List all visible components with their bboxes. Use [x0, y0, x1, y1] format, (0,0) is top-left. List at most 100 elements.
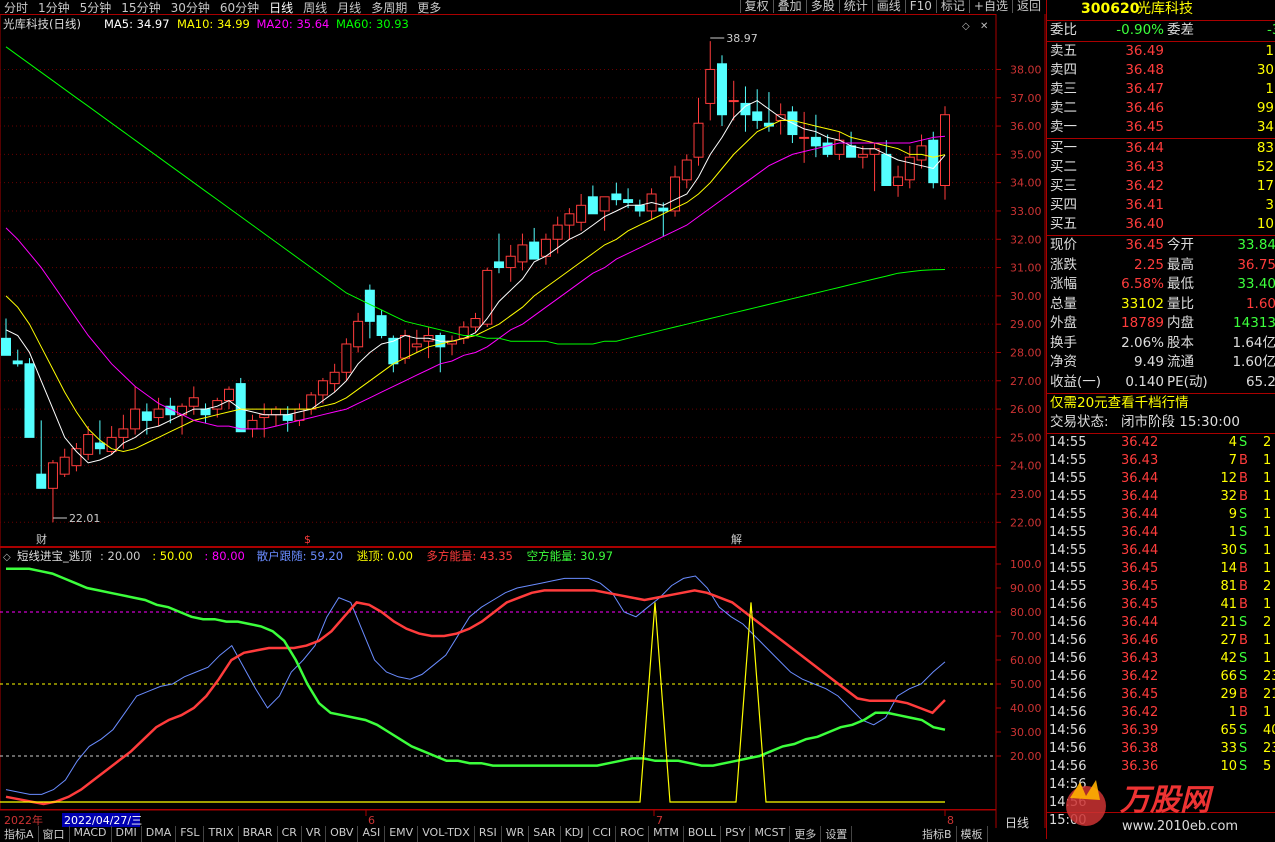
tick-count: 23 — [1263, 741, 1275, 756]
indicator-b-tab-0[interactable]: 指标B — [918, 826, 957, 842]
indicator-tab-17[interactable]: KDJ — [561, 826, 589, 842]
promo-text[interactable]: 仅需20元查看千档行情 — [1050, 394, 1189, 413]
tick-count: 1 — [1263, 525, 1272, 540]
indicator-tab-24[interactable]: 更多 — [790, 826, 822, 842]
tick-row: 14:55 36.43 7 B 1 — [1047, 452, 1275, 470]
quote-row: 换手 2.06% 股本 1.64亿 — [1047, 334, 1275, 353]
indicator-tab-16[interactable]: SAR — [529, 826, 561, 842]
footer-tab-daily[interactable]: 日线 — [1005, 814, 1029, 833]
price-tick-label: 32.00 — [1010, 233, 1042, 246]
indicator-settings-icon: ◇ — [3, 552, 11, 563]
tick-time: 14:56 — [1049, 705, 1087, 720]
quote-value: 36.45 — [1125, 237, 1164, 253]
indicator-b-tab-1[interactable]: 模板 — [957, 826, 988, 842]
tick-volume: 29 — [1220, 687, 1237, 702]
ask-row-1: 卖一 36.45 34 — [1047, 118, 1275, 137]
quote-panel: 300620 光库科技 委比 -0.90% 委差 -3 卖五36.491卖四36… — [1005, 0, 1275, 839]
price-tick-label: 22.00 — [1010, 516, 1042, 529]
indicator-tab-1[interactable]: 窗口 — [39, 826, 70, 842]
tick-side: B — [1239, 705, 1248, 720]
indicator-tab-20[interactable]: MTM — [649, 826, 684, 842]
price-tick-label: 27.00 — [1010, 375, 1042, 388]
tick-time: 14:56 — [1049, 633, 1087, 648]
tick-time: 14:55 — [1049, 543, 1087, 558]
indicator-tab-11[interactable]: ASI — [358, 826, 386, 842]
order-label: 卖五 — [1050, 43, 1077, 59]
high-price-label: 38.97 — [726, 32, 758, 45]
candle-body — [928, 139, 939, 184]
indicator-tab-19[interactable]: ROC — [616, 826, 650, 842]
indicator-tick-label: 80.00 — [1010, 606, 1042, 619]
tick-count: 5 — [1263, 759, 1272, 774]
tick-time: 14:56 — [1049, 615, 1087, 630]
indicator-tab-18[interactable]: CCI — [589, 826, 617, 842]
tick-count: 1 — [1263, 471, 1272, 486]
tick-side: B — [1239, 579, 1248, 594]
tick-time: 14:55 — [1049, 579, 1087, 594]
candle-body — [869, 148, 880, 155]
indicator-tab-21[interactable]: BOLL — [684, 826, 722, 842]
quote-value: 9.49 — [1133, 354, 1164, 370]
candle-body — [634, 204, 645, 212]
weibi-value: -0.90% — [1116, 22, 1164, 38]
tick-volume: 9 — [1228, 507, 1237, 522]
indicator-tab-8[interactable]: CR — [278, 826, 302, 842]
quote-row: 涨跌 2.25 最高 36.75 — [1047, 256, 1275, 275]
escape-top-line — [0, 602, 945, 803]
tick-price: 36.39 — [1121, 723, 1159, 738]
indicator-tab-13[interactable]: VOL-TDX — [418, 826, 475, 842]
tick-price: 36.45 — [1121, 597, 1159, 612]
weicha-value: -3 — [1267, 22, 1275, 38]
tick-volume: 1 — [1228, 705, 1237, 720]
candle-body — [341, 343, 352, 373]
promo-link[interactable]: 仅需20元查看千档行情 — [1047, 394, 1275, 413]
price-tick-label: 23.00 — [1010, 488, 1042, 501]
tick-time: 14:55 — [1049, 435, 1087, 450]
tick-price: 36.45 — [1121, 561, 1159, 576]
indicator-tab-7[interactable]: BRAR — [239, 826, 278, 842]
order-label: 买三 — [1050, 178, 1077, 194]
stock-header: 300620 光库科技 — [1047, 0, 1275, 20]
indicator-tab-15[interactable]: WR — [502, 826, 530, 842]
candle-body — [24, 363, 35, 438]
candle-body — [329, 371, 340, 385]
indicator-tab-3[interactable]: DMI — [112, 826, 142, 842]
indicator-tab-5[interactable]: FSL — [176, 826, 205, 842]
quote-label: 最高 — [1167, 256, 1194, 273]
indicator-tab-6[interactable]: TRIX — [204, 826, 239, 842]
order-volume: 1 — [1265, 81, 1274, 97]
indicator-param-2: : 80.00 — [204, 549, 244, 563]
candle-body — [693, 122, 704, 158]
kline-chart-area[interactable]: 38.00 37.00 36.00 35.00 34.00 33.00 32.00 31.00… — [0, 0, 1046, 828]
indicator-tab-25[interactable]: 设置 — [821, 826, 853, 842]
candle-body — [611, 193, 622, 201]
order-price: 36.40 — [1125, 216, 1164, 232]
indicator-tab-10[interactable]: OBV — [326, 826, 359, 842]
tick-time: 14:55 — [1049, 561, 1087, 576]
main-chart-frame — [0, 14, 997, 547]
indicator-tab-23[interactable]: MCST — [750, 826, 791, 842]
price-tick-label: 26.00 — [1010, 403, 1042, 416]
candle-body — [716, 63, 727, 116]
indicator-tab-12[interactable]: EMV — [385, 826, 419, 842]
order-volume: 10 — [1256, 216, 1274, 232]
quote-value: 2.25 — [1133, 256, 1164, 273]
indicator-tab-0[interactable]: 指标A — [0, 826, 39, 842]
tick-count: 1 — [1263, 489, 1272, 504]
indicator-tab-2[interactable]: MACD — [70, 826, 112, 842]
tick-side: S — [1239, 543, 1248, 558]
tick-side: S — [1239, 435, 1248, 450]
price-tick-label: 35.00 — [1010, 148, 1042, 161]
indicator-tab-9[interactable]: VR — [302, 826, 327, 842]
price-tick-label: 36.00 — [1010, 120, 1042, 133]
weibi-label: 委比 — [1050, 22, 1077, 38]
candle-body — [728, 100, 739, 103]
quote-label: 换手 — [1050, 334, 1077, 351]
indicator-tab-14[interactable]: RSI — [475, 826, 502, 842]
indicator-tab-22[interactable]: PSY — [721, 826, 751, 842]
indicator-tab-4[interactable]: DMA — [142, 826, 177, 842]
candle-body — [752, 111, 763, 121]
indicator-param-4: 逃顶: 0.00 — [357, 549, 413, 563]
candle-body — [658, 207, 669, 212]
event-marker: $ — [304, 533, 311, 546]
